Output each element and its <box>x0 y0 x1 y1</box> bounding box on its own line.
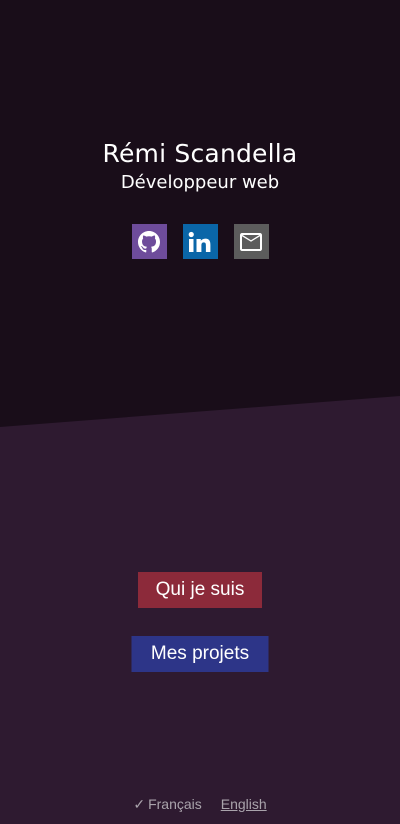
check-icon: ✓ <box>133 796 146 812</box>
email-icon <box>240 232 262 251</box>
language-current-label: Français <box>148 796 202 812</box>
language-current: ✓ Français <box>133 796 201 813</box>
linkedin-link[interactable] <box>182 224 218 259</box>
language-english-link[interactable]: English <box>221 796 267 813</box>
language-switcher: ✓ Français English <box>0 796 400 813</box>
profile-header: Rémi Scandella Développeur web <box>0 139 400 195</box>
profile-name: Rémi Scandella <box>102 139 298 168</box>
social-links <box>0 224 400 259</box>
github-icon <box>138 230 160 252</box>
profile-role: Développeur web <box>120 172 280 193</box>
linkedin-icon <box>188 231 211 252</box>
projects-button[interactable]: Mes projets <box>131 636 269 672</box>
email-link[interactable] <box>233 224 269 259</box>
github-link[interactable] <box>131 224 167 259</box>
about-button[interactable]: Qui je suis <box>138 572 262 608</box>
hero-background <box>0 0 400 427</box>
